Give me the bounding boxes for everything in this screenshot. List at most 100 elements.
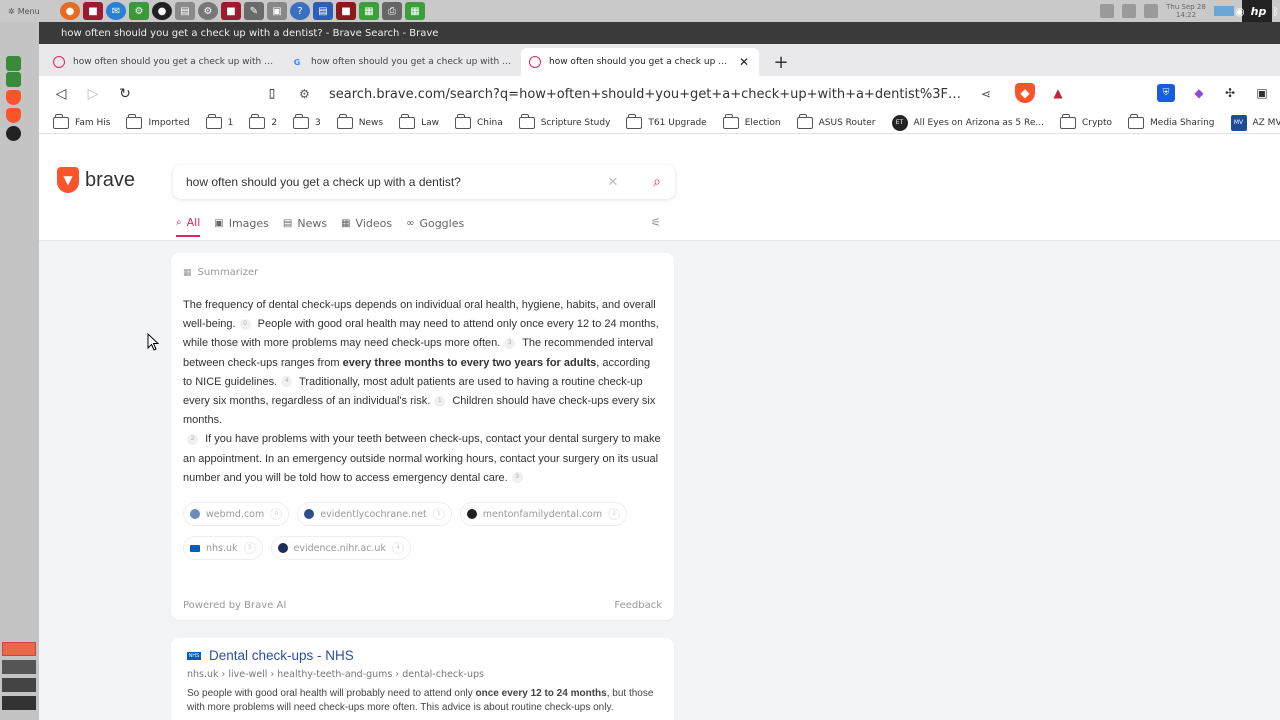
app-green-icon[interactable]: ⚙ [129, 2, 149, 20]
source-chip[interactable]: nhs.uk 3 [183, 536, 263, 561]
os-menu-button[interactable]: ✲ Menu [0, 7, 56, 16]
files-icon[interactable]: ▤ [175, 2, 195, 20]
workspace-1[interactable] [2, 642, 36, 656]
bookmark-folder[interactable]: ASUS Router [796, 113, 876, 129]
bookmark-folder[interactable]: Crypto [1059, 113, 1112, 129]
calc-icon[interactable]: ▦ [359, 2, 379, 20]
tab-videos[interactable]: ▦ Videos [341, 216, 392, 237]
firefox-icon[interactable]: ● [60, 2, 80, 20]
image-icon[interactable]: ▣ [267, 2, 287, 20]
search-input[interactable]: how often should you get a check up with… [173, 165, 675, 199]
dock-brave2-icon[interactable] [6, 108, 21, 123]
bitwarden-icon[interactable]: ⛨ [1157, 84, 1175, 102]
source-chip[interactable]: evidence.nihr.ac.uk 4 [270, 536, 411, 561]
workspace-2[interactable] [2, 660, 36, 674]
thunderbird-icon[interactable]: ✉ [106, 2, 126, 20]
folder-icon [796, 113, 813, 129]
bookmark-folder[interactable]: News [336, 113, 383, 129]
workspace-switcher[interactable] [0, 640, 39, 720]
bookmark-folder[interactable]: 1 [205, 113, 233, 129]
bookmark-link[interactable]: ET All Eyes on Arizona as 5 Re... [891, 114, 1044, 131]
bookmark-folder[interactable]: Fam His [53, 113, 110, 129]
bookmark-folder[interactable]: Media Sharing [1128, 113, 1215, 129]
extensions-icon[interactable]: ✣ [1221, 84, 1239, 102]
writer-icon[interactable]: ▤ [313, 2, 333, 20]
sidebar-toggle-icon[interactable]: ▣ [1253, 84, 1271, 102]
app-red-icon[interactable]: ■ [83, 2, 103, 20]
citation-badge[interactable]: 0 [239, 318, 251, 330]
dock-github-icon[interactable] [6, 126, 21, 141]
tab-goggles[interactable]: ∞ Goggles [406, 216, 464, 237]
sheet-icon[interactable]: ▦ [405, 2, 425, 20]
volume-icon[interactable] [1144, 4, 1158, 18]
dock-app-icon[interactable] [6, 56, 21, 71]
window-title: how often should you get a check up with… [61, 27, 439, 39]
bookmarks-bar: Fam His Imported 1 2 3 News Law China Sc… [39, 112, 1280, 134]
bookmark-folder[interactable]: T61 Upgrade [626, 113, 707, 129]
tool-icon[interactable]: ✎ [244, 2, 264, 20]
help-icon[interactable]: ? [290, 2, 310, 20]
bookmark-folder[interactable]: Law [399, 113, 439, 129]
settings-icon[interactable]: ⚙ [198, 2, 218, 20]
bookmark-folder[interactable]: Election [722, 113, 781, 129]
address-bar[interactable]: ⚙ search.brave.com/search?q=how+often+sh… [291, 80, 1019, 108]
bookmark-folder[interactable]: Imported [126, 113, 190, 129]
citation-badge[interactable]: 3 [504, 338, 516, 349]
result-title-link[interactable]: NHS Dental check-ups - NHS [187, 648, 658, 663]
clear-search-icon[interactable]: ✕ [603, 175, 623, 190]
source-chip[interactable]: webmd.com 0 [183, 502, 290, 527]
citation-badge[interactable]: 4 [281, 376, 293, 388]
source-chip[interactable]: mentonfamilydental.com 2 [459, 502, 628, 527]
forward-button[interactable]: ▷ [79, 80, 107, 108]
search-icon[interactable]: ⌕ [645, 174, 669, 190]
tab-all[interactable]: ⌕ All [176, 216, 201, 237]
new-tab-button[interactable]: + [767, 48, 795, 76]
mic-icon[interactable] [1122, 4, 1136, 18]
bookmark-page-icon[interactable]: ▯ [263, 84, 281, 102]
clock[interactable]: Thu Sep 28 14:22 [1166, 3, 1206, 19]
site-info-icon[interactable]: ⚙ [299, 87, 319, 101]
bookmark-folder[interactable]: 2 [249, 113, 277, 129]
folder-icon [249, 113, 266, 129]
printer-icon[interactable]: ⎙ [382, 2, 402, 20]
reload-button[interactable]: ↻ [111, 80, 139, 108]
network-icon[interactable] [1214, 6, 1234, 16]
workspace-4[interactable] [2, 696, 36, 710]
result-url[interactable]: nhs.uk › live-well › healthy-teeth-and-g… [187, 669, 658, 680]
app-red2-icon[interactable]: ■ [221, 2, 241, 20]
citation-badge[interactable]: 3 [511, 472, 523, 484]
source-chip[interactable]: evidentlycochrane.net 1 [297, 502, 452, 527]
citation-badge[interactable]: 2 [187, 434, 198, 446]
browser-toolbar: ◁ ▷ ↻ ▯ ⚙ search.brave.com/search?q=how+… [39, 76, 1280, 112]
citation-badge[interactable]: 1 [434, 395, 446, 407]
close-tab-icon[interactable]: ✕ [737, 55, 751, 69]
feedback-link[interactable]: Feedback [614, 600, 662, 611]
tab-2[interactable]: G how often should you get a check up wi… [283, 48, 521, 76]
brave-shields-icon[interactable]: ◆ [1015, 83, 1035, 103]
extension-diamond-icon[interactable]: ◆ [1190, 84, 1208, 102]
tab-images[interactable]: ▣ Images [214, 216, 269, 237]
bluetooth-tray-icon[interactable]: ᛒ [1272, 5, 1279, 18]
brave-rewards-icon[interactable]: ▲ [1049, 84, 1067, 102]
obs-icon[interactable]: ◉ [1235, 5, 1245, 18]
tab-3-active[interactable]: how often should you get a check up with… [521, 48, 759, 76]
bluetooth-icon[interactable] [1100, 4, 1114, 18]
hp-icon[interactable]: hp [1251, 5, 1267, 18]
filter-tabs: ⌕ All ▣ Images ▤ News ▦ Videos ∞ Goggles [176, 216, 464, 237]
dock-brave-icon[interactable] [6, 90, 21, 105]
bookmark-folder[interactable]: Scripture Study [518, 113, 610, 129]
bookmark-folder[interactable]: China [455, 113, 503, 129]
brave-logo[interactable]: ▼ brave [57, 167, 135, 193]
share-icon[interactable]: ⋖ [981, 87, 991, 101]
search-settings-icon[interactable]: ⚟ [651, 216, 661, 229]
tab-1[interactable]: how often should you get a check up with… [45, 48, 283, 76]
workspace-3[interactable] [2, 678, 36, 692]
dock-app2-icon[interactable] [6, 72, 21, 87]
github-icon[interactable]: ● [152, 2, 172, 20]
back-button[interactable]: ◁ [47, 80, 75, 108]
url-text[interactable]: search.brave.com/search?q=how+often+shou… [329, 87, 969, 102]
bookmark-link[interactable]: MVAZ MVD [1230, 114, 1280, 131]
app-dark-red-icon[interactable]: ■ [336, 2, 356, 20]
tab-news[interactable]: ▤ News [283, 216, 327, 237]
bookmark-folder[interactable]: 3 [293, 113, 321, 129]
